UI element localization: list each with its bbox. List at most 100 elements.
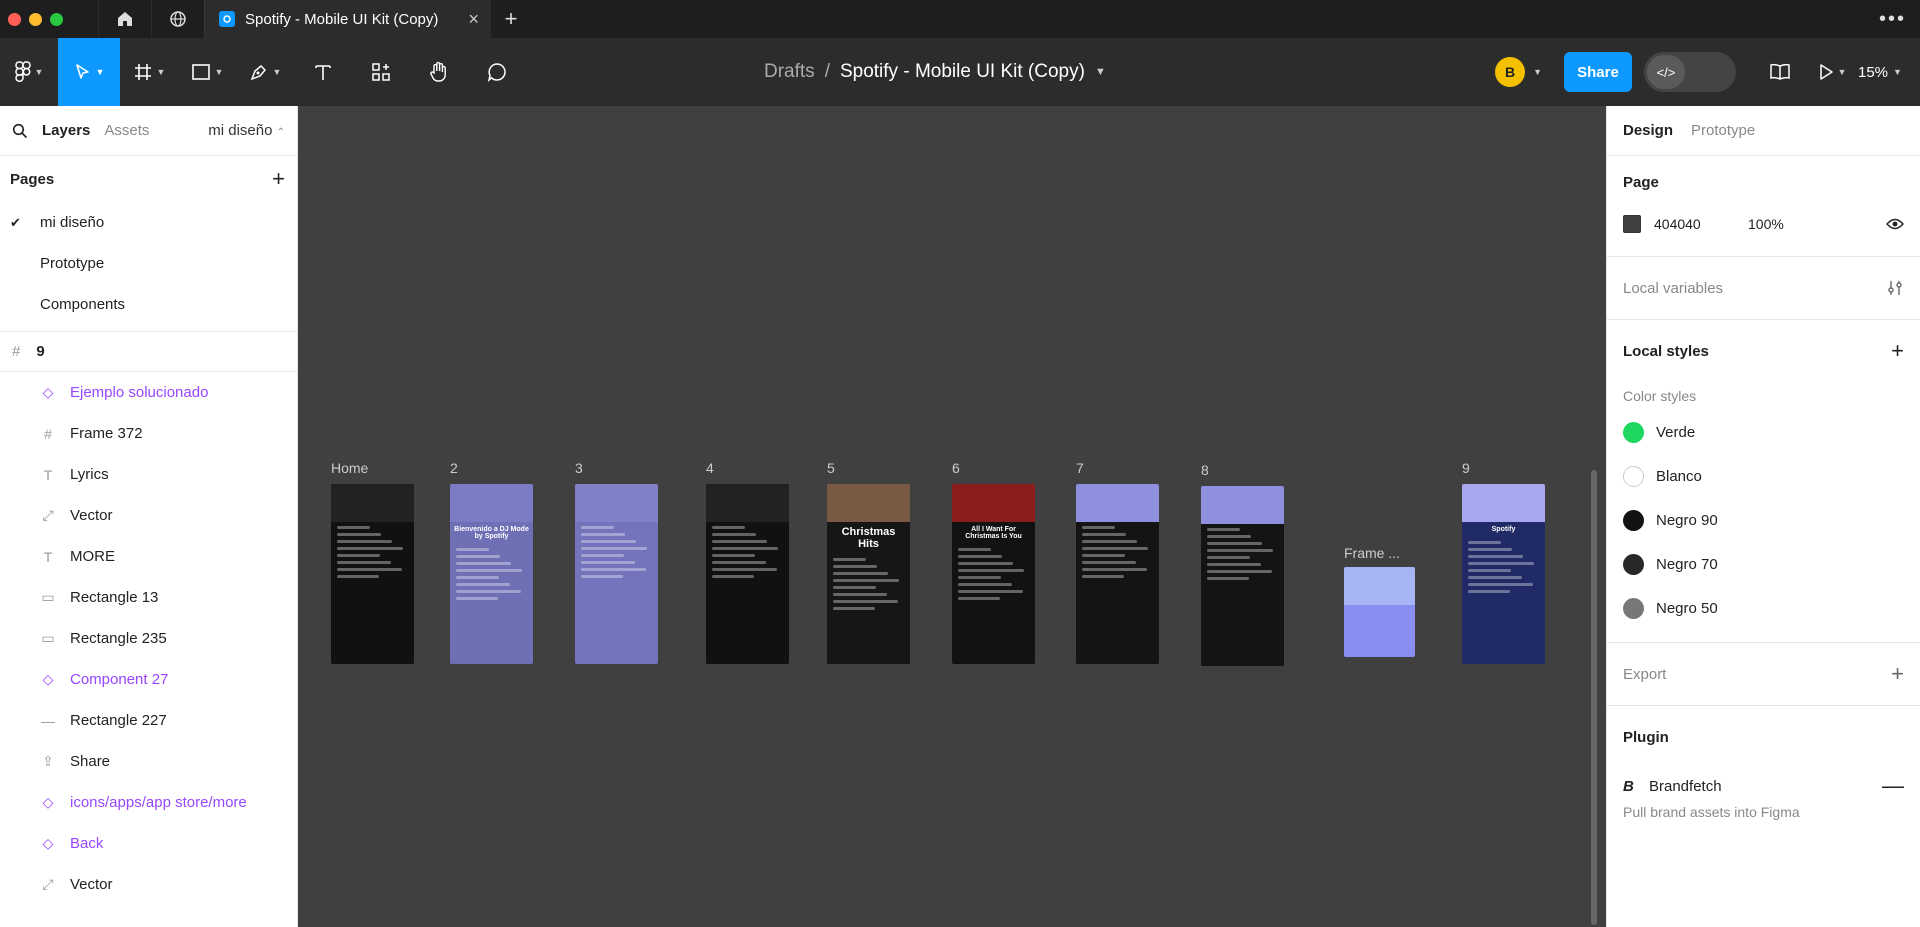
tab-design[interactable]: Design xyxy=(1623,122,1673,139)
frame-name-label[interactable]: 6 xyxy=(952,460,960,476)
page-opacity[interactable]: 100% xyxy=(1748,216,1784,232)
main-menu-button[interactable]: ▼ xyxy=(0,38,58,106)
frame-name-label[interactable]: 9 xyxy=(1462,460,1470,476)
color-style-item[interactable]: Negro 90 xyxy=(1623,498,1904,542)
canvas-frame[interactable] xyxy=(331,484,414,664)
frame-name-label[interactable]: 7 xyxy=(1076,460,1084,476)
layer-item[interactable]: T Lyrics xyxy=(0,454,297,495)
layer-item[interactable]: ⤢ Vector xyxy=(0,495,297,536)
text-tool-button[interactable] xyxy=(294,38,352,106)
frame-name-label[interactable]: 8 xyxy=(1201,462,1209,478)
canvas-frame[interactable] xyxy=(1344,567,1415,657)
chevron-down-icon: ▼ xyxy=(156,67,166,77)
breadcrumb-drafts[interactable]: Drafts xyxy=(764,61,815,83)
page-color-row[interactable]: 404040 100% xyxy=(1623,208,1904,240)
add-export-icon[interactable]: + xyxy=(1891,661,1904,687)
page-item-mi-diseno[interactable]: ✔ mi diseño xyxy=(0,202,297,243)
tab-prototype[interactable]: Prototype xyxy=(1691,122,1755,139)
avatar[interactable]: B xyxy=(1495,57,1526,87)
pages-header: Pages + xyxy=(0,156,297,202)
add-style-icon[interactable]: + xyxy=(1891,338,1904,364)
layer-item[interactable]: T MORE xyxy=(0,536,297,577)
move-tool-button[interactable]: ▼ xyxy=(58,38,120,106)
canvas-frame[interactable] xyxy=(1076,484,1159,664)
pen-tool-button[interactable]: ▼ xyxy=(236,38,294,106)
hand-tool-button[interactable] xyxy=(410,38,468,106)
color-style-item[interactable]: Negro 50 xyxy=(1623,586,1904,630)
canvas-frame[interactable]: Christmas Hits xyxy=(827,484,910,664)
color-style-item[interactable]: Blanco xyxy=(1623,454,1904,498)
layer-frame-9[interactable]: # 9 xyxy=(0,331,297,372)
canvas-frame[interactable] xyxy=(706,484,789,664)
layer-item[interactable]: ⇪ Share xyxy=(0,741,297,782)
variables-sliders-icon[interactable] xyxy=(1886,279,1904,297)
layer-item[interactable]: — Rectangle 227 xyxy=(0,700,297,741)
color-style-item[interactable]: Verde xyxy=(1623,410,1904,454)
canvas-scrollbar[interactable] xyxy=(1591,470,1597,925)
file-tab[interactable]: Spotify - Mobile UI Kit (Copy) × xyxy=(204,0,491,38)
layer-item[interactable]: # Frame 372 xyxy=(0,413,297,454)
page-item-components[interactable]: Components xyxy=(0,284,297,325)
layer-item[interactable]: ▭ Rectangle 235 xyxy=(0,618,297,659)
multiplayer-avatars[interactable]: B ▼ xyxy=(1487,51,1552,93)
canvas-frame[interactable] xyxy=(1201,486,1284,666)
page-color-swatch[interactable] xyxy=(1623,215,1641,233)
add-page-icon[interactable]: + xyxy=(272,166,285,192)
maximize-window-button[interactable] xyxy=(50,12,63,26)
layer-item[interactable]: ◇ Component 27 xyxy=(0,659,297,700)
frame-name-label[interactable]: 3 xyxy=(575,460,583,476)
canvas-frame[interactable] xyxy=(575,484,658,664)
frame-name-label[interactable]: 2 xyxy=(450,460,458,476)
new-tab-button[interactable]: + xyxy=(491,6,531,32)
file-name[interactable]: Spotify - Mobile UI Kit (Copy) xyxy=(840,61,1085,83)
present-button[interactable]: ▼ xyxy=(1806,63,1858,81)
page-color-hex[interactable]: 404040 xyxy=(1654,216,1748,232)
tab-assets[interactable]: Assets xyxy=(104,122,149,139)
minimize-window-button[interactable] xyxy=(29,12,42,26)
shape-tool-button[interactable]: ▼ xyxy=(178,38,236,106)
chevron-down-icon[interactable]: ▼ xyxy=(1095,66,1106,78)
pen-icon xyxy=(250,64,266,81)
plugin-brandfetch[interactable]: B Brandfetch — xyxy=(1623,768,1904,804)
frame-content-line xyxy=(1468,548,1512,551)
frame-content-line xyxy=(1207,577,1250,580)
dev-mode-toggle[interactable]: </> xyxy=(1644,52,1736,92)
frame-content-line xyxy=(958,576,1002,579)
comment-tool-button[interactable] xyxy=(468,38,526,106)
frame-name-label[interactable]: 5 xyxy=(827,460,835,476)
share-button[interactable]: Share xyxy=(1564,52,1632,92)
home-tab-button[interactable] xyxy=(98,0,151,38)
canvas-frame[interactable]: All I Want For Christmas Is You xyxy=(952,484,1035,664)
layer-item[interactable]: ◇ Ejemplo solucionado xyxy=(0,372,297,413)
frame-content-line xyxy=(581,561,635,564)
tab-layers[interactable]: Layers xyxy=(42,122,90,139)
more-options-icon[interactable]: ••• xyxy=(1879,8,1906,31)
frame-name-label[interactable]: Home xyxy=(331,460,368,476)
frame-content-line xyxy=(1207,528,1241,531)
layer-item[interactable]: ◇ icons/apps/app store/more xyxy=(0,782,297,823)
library-button[interactable] xyxy=(1754,63,1806,81)
local-variables-row[interactable]: Local variables xyxy=(1623,257,1904,319)
page-selector[interactable]: mi diseño ⌃ xyxy=(208,122,285,139)
resources-tool-button[interactable] xyxy=(352,38,410,106)
frame-name-label[interactable]: 4 xyxy=(706,460,714,476)
frame-content-line xyxy=(456,590,521,593)
components-icon xyxy=(372,63,390,81)
frame-tool-button[interactable]: ▼ xyxy=(120,38,178,106)
color-style-item[interactable]: Negro 70 xyxy=(1623,542,1904,586)
zoom-control[interactable]: 15% ▼ xyxy=(1858,64,1920,81)
search-icon[interactable] xyxy=(12,123,28,139)
eye-icon[interactable] xyxy=(1886,218,1904,230)
frame-name-label[interactable]: Frame ... xyxy=(1344,545,1400,561)
layer-item[interactable]: ◇ Back xyxy=(0,823,297,864)
close-tab-icon[interactable]: × xyxy=(468,9,479,30)
canvas-frame[interactable]: Bienvenido a DJ Mode by Spotify xyxy=(450,484,533,664)
export-row[interactable]: Export + xyxy=(1623,643,1904,705)
canvas-frame[interactable]: Spotify xyxy=(1462,484,1545,664)
layer-item[interactable]: ▭ Rectangle 13 xyxy=(0,577,297,618)
layer-item[interactable]: ⤢ Vector xyxy=(0,864,297,905)
community-tab-button[interactable] xyxy=(151,0,204,38)
collapse-plugin-icon[interactable]: — xyxy=(1882,773,1904,799)
close-window-button[interactable] xyxy=(8,12,21,26)
page-item-prototype[interactable]: Prototype xyxy=(0,243,297,284)
